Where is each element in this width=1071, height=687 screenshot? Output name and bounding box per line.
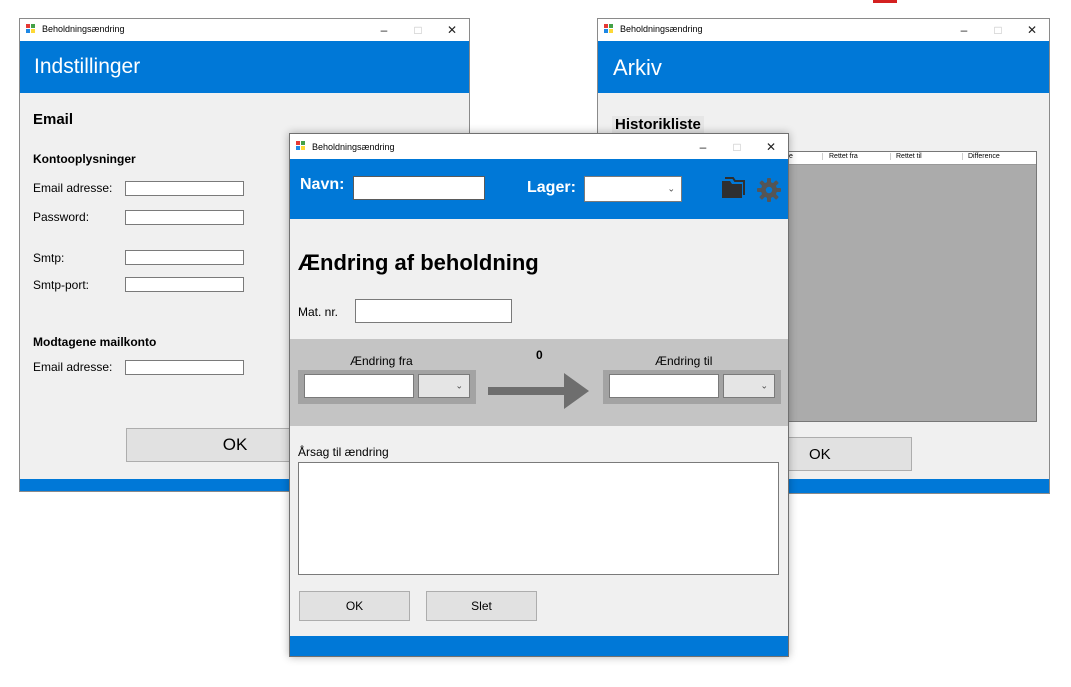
main-footer-bar [290,636,788,656]
close-button[interactable]: ✕ [1015,19,1049,41]
password-field[interactable] [125,210,244,225]
minimize-button[interactable]: – [367,19,401,41]
delete-label: Slet [471,599,492,613]
chevron-down-icon[interactable]: ⌄ [667,184,675,195]
settings-banner-title: Indstillinger [34,55,141,78]
ok-button[interactable]: OK [299,591,410,621]
column-header[interactable]: e [789,153,793,160]
change-to-label: Ændring til [655,354,713,368]
name-input[interactable] [353,176,485,200]
storage-label: Lager: [527,179,576,196]
name-label: Navn: [300,176,345,193]
change-to-input[interactable] [609,374,719,398]
delete-button[interactable]: Slet [426,591,537,621]
reason-textarea[interactable] [298,462,779,575]
change-from-group: ⌄ [298,370,476,404]
smtp-field[interactable] [125,250,244,265]
app-icon [604,24,614,34]
change-to-group: ⌄ [603,370,781,404]
change-from-input[interactable] [304,374,414,398]
account-heading: Kontooplysninger [33,152,136,166]
window-title: Beholdningsændring [620,24,703,34]
password-label: Password: [33,210,90,224]
ok-label: OK [345,599,364,613]
close-button[interactable]: ✕ [754,134,788,159]
archive-ok-button[interactable]: OK [788,437,912,471]
email-field[interactable] [125,181,244,196]
minimize-button[interactable]: – [947,19,981,41]
change-panel: Ændring fra 0 Ændring til ⌄ ⌄ [290,339,788,426]
section-email-heading: Email [33,111,74,128]
history-label: Historikliste [612,116,704,133]
maximize-button[interactable]: □ [401,19,435,41]
chevron-down-icon[interactable]: ⌄ [760,381,768,392]
change-from-label: Ændring fra [350,354,413,368]
mat-input[interactable] [355,299,512,323]
settings-banner: Indstillinger [20,41,469,93]
settings-titlebar[interactable]: Beholdningsændring – □ ✕ [20,19,469,41]
reason-label: Årsag til ændring [298,445,389,459]
column-header[interactable]: Difference [962,153,1038,160]
archive-banner-title: Arkiv [613,55,662,80]
main-window: Beholdningsændring – □ ✕ Navn: Lager: ⌄ [289,133,789,657]
minimize-button[interactable]: – [686,134,720,159]
email-label: Email adresse: [33,181,113,195]
mat-label: Mat. nr. [298,305,339,319]
smtp-port-field[interactable] [125,277,244,292]
window-title: Beholdningsændring [42,24,125,34]
change-to-select[interactable]: ⌄ [723,374,775,398]
storage-select[interactable]: ⌄ [584,176,682,202]
maximize-button[interactable]: □ [720,134,754,159]
column-header[interactable]: Rettet fra [822,153,890,160]
close-button[interactable]: ✕ [435,19,469,41]
maximize-button[interactable]: □ [981,19,1015,41]
chevron-down-icon[interactable]: ⌄ [455,381,463,392]
column-header[interactable]: Rettet til [890,153,962,160]
main-titlebar[interactable]: Beholdningsændring – □ ✕ [290,134,788,159]
app-icon [26,24,36,34]
smtp-port-label: Smtp-port: [33,278,90,292]
difference-value: 0 [536,348,543,362]
window-title: Beholdningsændring [312,142,395,152]
folder-icon[interactable] [720,176,746,200]
received-email-label: Email adresse: [33,360,113,374]
smtp-label: Smtp: [33,251,65,265]
page-heading: Ændring af beholdning [298,250,539,275]
app-icon [296,141,306,151]
gear-icon[interactable] [756,177,782,203]
red-mark-icon [873,0,897,3]
settings-ok-label: OK [222,435,248,454]
archive-ok-label: OK [809,445,831,463]
received-heading: Modtagene mailkonto [33,335,157,349]
archive-titlebar[interactable]: Beholdningsændring – □ ✕ [598,19,1049,41]
archive-banner: Arkiv [598,41,1049,93]
change-from-select[interactable]: ⌄ [418,374,470,398]
main-toolbar: Navn: Lager: ⌄ [290,159,788,219]
received-email-field[interactable] [125,360,244,375]
arrow-right-icon [488,372,590,410]
